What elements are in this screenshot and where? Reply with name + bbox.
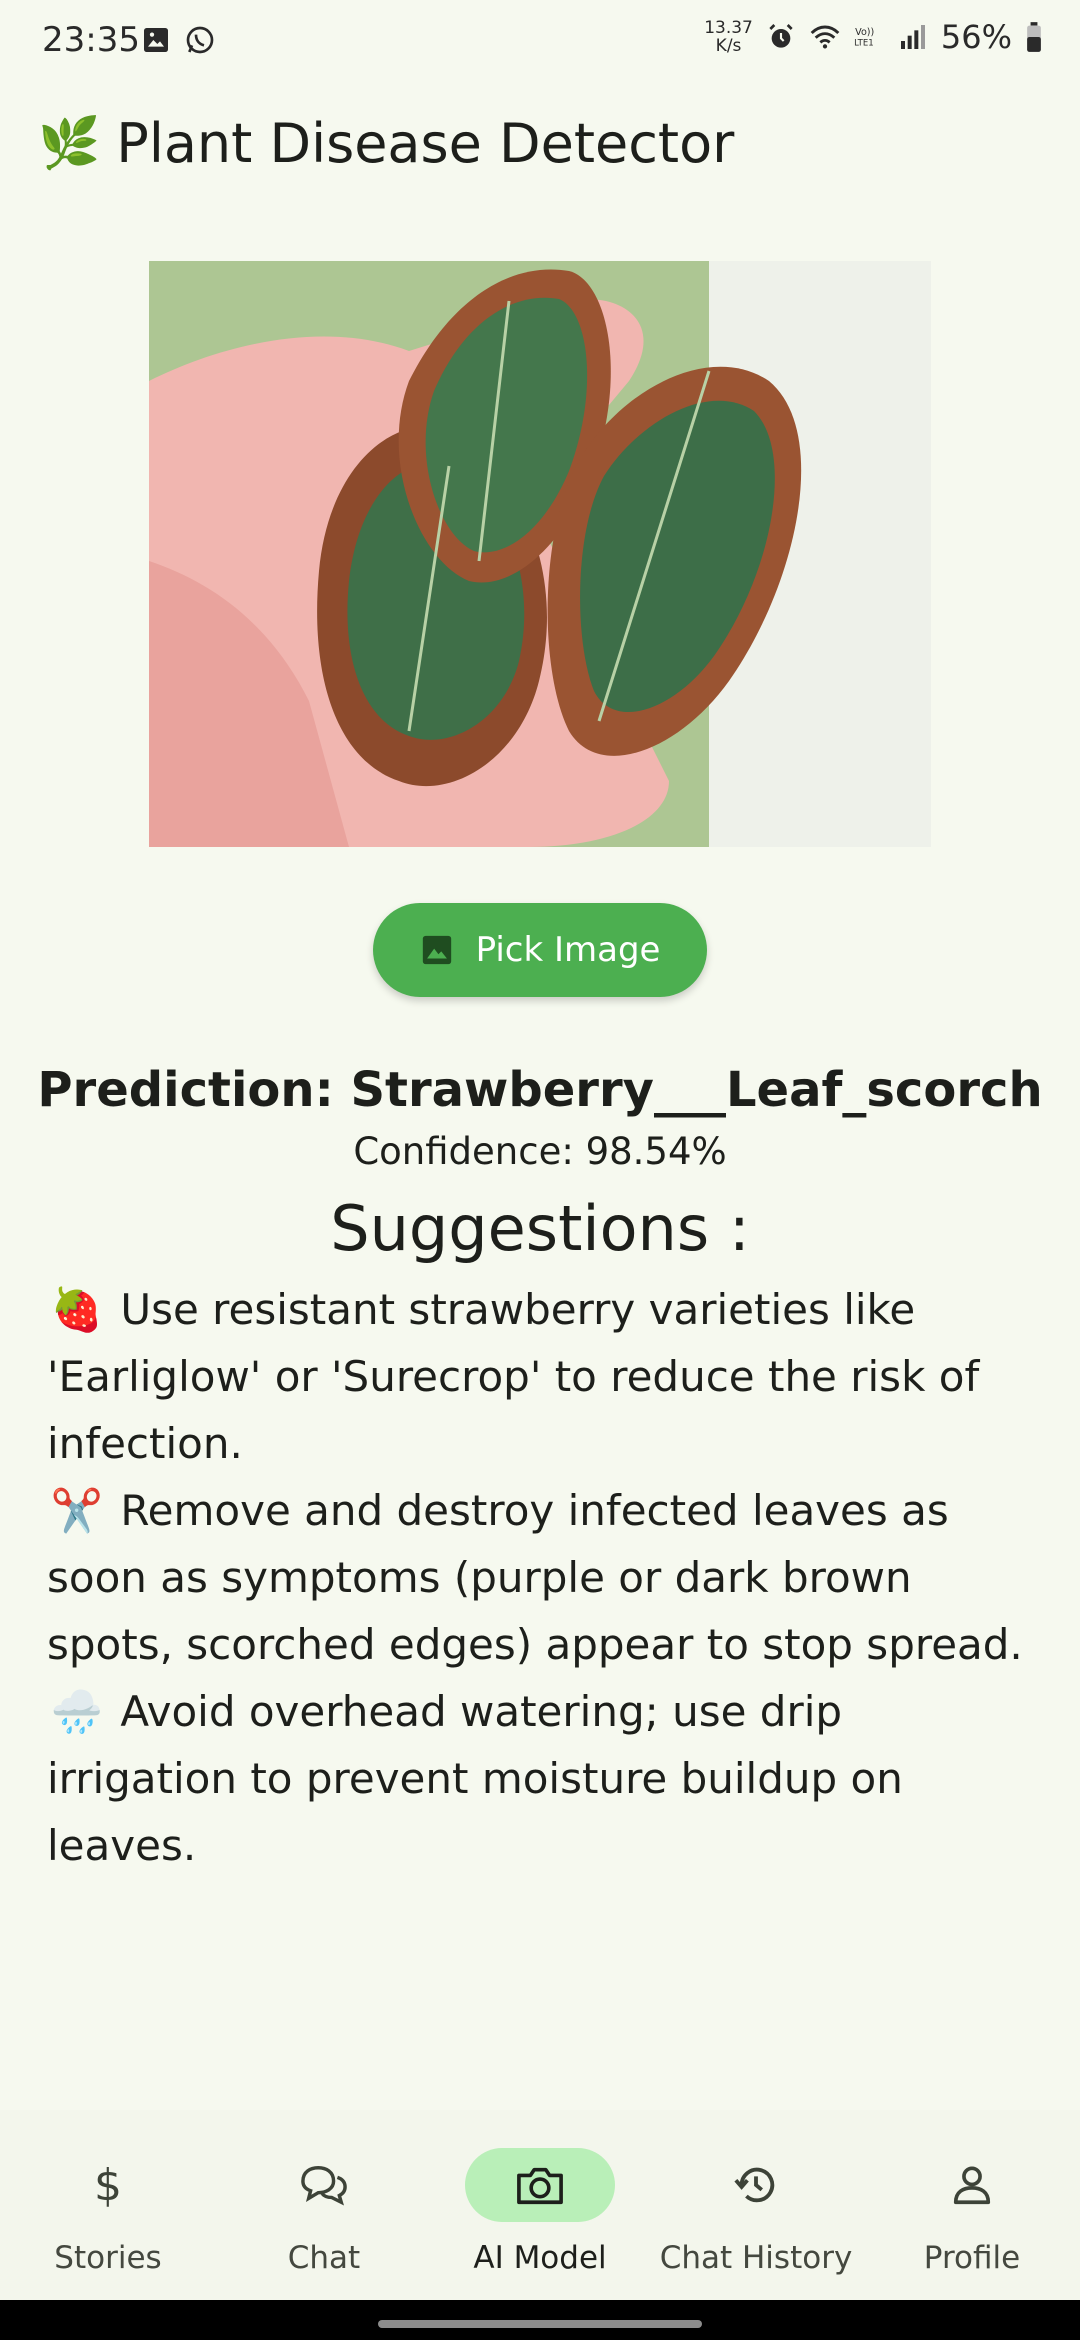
gallery-notification-icon [144, 28, 168, 52]
rain-cloud-icon: 🌧️ [50, 1687, 104, 1736]
system-gesture-bar [0, 2300, 1080, 2340]
svg-text:Vo)): Vo)) [855, 27, 874, 38]
page-title: Plant Disease Detector [116, 112, 735, 175]
home-gesture-handle[interactable] [378, 2320, 702, 2328]
volte-icon: Vo)) LTE1 [854, 27, 874, 49]
svg-text:LTE1: LTE1 [854, 39, 874, 49]
bottom-navigation: $ Stories Chat AI Model Chat History Pro… [0, 2110, 1080, 2300]
app-bar: 🌿 Plant Disease Detector [38, 112, 734, 175]
nav-item-profile[interactable]: Profile [864, 2110, 1080, 2300]
history-icon [734, 2167, 775, 2203]
signal-icon [900, 25, 925, 49]
nav-item-chat-history[interactable]: Chat History [648, 2110, 864, 2300]
prediction-text: Prediction: Strawberry___Leaf_scorch [37, 1062, 1043, 1118]
suggestion-item: 🌧️ Avoid overhead watering; use drip irr… [47, 1678, 1027, 1879]
pick-image-label: Pick Image [475, 930, 661, 970]
camera-icon [517, 2167, 563, 2205]
suggestion-item: 🍓 Use resistant strawberry varieties lik… [47, 1276, 1027, 1477]
status-notification-icons [140, 24, 216, 56]
battery-percent: 56% [940, 18, 1012, 56]
strawberry-icon: 🍓 [50, 1285, 104, 1334]
whatsapp-notification-icon [186, 26, 214, 54]
suggestions-list: 🍓 Use resistant strawberry varieties lik… [47, 1276, 1027, 1879]
wifi-icon [810, 25, 840, 49]
net-speed: 13.37 K/s [704, 18, 753, 56]
scissors-icon: ✂️ [50, 1486, 104, 1535]
battery-icon [1027, 22, 1041, 52]
suggestion-item: ✂️ Remove and destroy infected leaves as… [47, 1477, 1027, 1678]
pick-image-button[interactable]: Pick Image [373, 903, 707, 997]
status-time: 23:35 [42, 20, 140, 60]
selected-leaf-image [149, 261, 931, 847]
alarm-icon [769, 24, 793, 48]
dollar-icon: $ [94, 2159, 122, 2211]
suggestions-title: Suggestions : [330, 1192, 750, 1265]
nav-item-stories[interactable]: $ Stories [0, 2110, 216, 2300]
status-right: 13.37 K/s Vo)) LTE1 56% [704, 18, 1044, 56]
confidence-text: Confidence: 98.54% [353, 1130, 727, 1173]
person-icon [953, 2166, 991, 2205]
nav-item-ai-model[interactable]: AI Model [432, 2110, 648, 2300]
image-icon [422, 935, 451, 965]
screen: 23:35 13.37 K/s Vo)) LTE1 56% 🌿 Plant Di… [0, 0, 1080, 2340]
nav-item-chat[interactable]: Chat [216, 2110, 432, 2300]
status-bar: 23:35 13.37 K/s Vo)) LTE1 56% [0, 0, 1080, 84]
leaf-photo-icon [149, 261, 931, 847]
leaf-icon: 🌿 [38, 114, 101, 172]
chat-icon [301, 2166, 347, 2206]
